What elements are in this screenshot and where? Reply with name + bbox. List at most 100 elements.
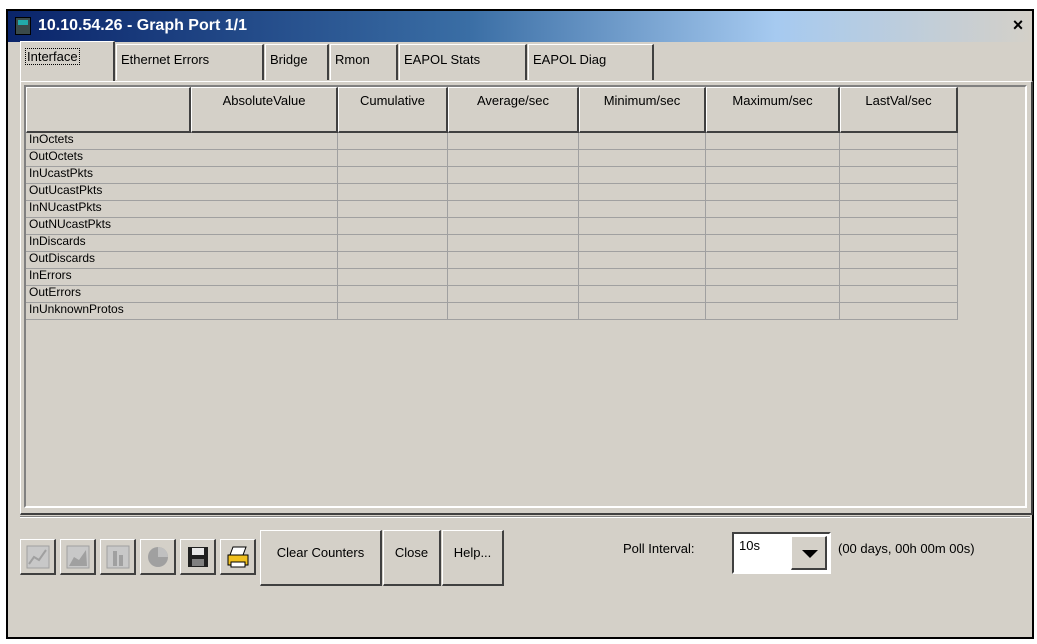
table-cell	[191, 184, 338, 201]
table-cell	[706, 218, 840, 235]
column-header[interactable]: Maximum/sec	[706, 87, 840, 133]
pie-chart-button[interactable]	[140, 539, 176, 575]
table-cell	[706, 133, 840, 150]
table-cell	[191, 269, 338, 286]
table-cell	[191, 150, 338, 167]
table-cell	[191, 303, 338, 320]
column-header[interactable]: Cumulative	[338, 87, 448, 133]
table-cell	[338, 167, 448, 184]
table-cell	[706, 167, 840, 184]
table-cell	[191, 218, 338, 235]
column-header[interactable]: LastVal/sec	[840, 87, 958, 133]
table-cell	[338, 201, 448, 218]
window-title: 10.10.54.26 - Graph Port 1/1	[38, 17, 247, 34]
line-chart-icon	[26, 545, 50, 569]
table-cell	[191, 235, 338, 252]
column-header[interactable]: Minimum/sec	[579, 87, 706, 133]
clear-counters-button[interactable]: Clear Counters	[260, 530, 382, 586]
table-cell	[338, 252, 448, 269]
row-label: OutNUcastPkts	[26, 218, 191, 235]
title-bar[interactable]: 10.10.54.26 - Graph Port 1/1 ×	[8, 11, 1032, 42]
table-cell	[579, 167, 706, 184]
tab-eapol-diag[interactable]: EAPOL Diag	[528, 44, 654, 80]
table-cell	[840, 269, 958, 286]
table-cell	[191, 133, 338, 150]
row-label: OutDiscards	[26, 252, 191, 269]
column-header[interactable]: AbsoluteValue	[191, 87, 338, 133]
tab-ethernet-errors[interactable]: Ethernet Errors	[116, 44, 264, 80]
table-cell	[579, 252, 706, 269]
table-cell	[448, 167, 579, 184]
table-cell	[448, 218, 579, 235]
tab-bridge[interactable]: Bridge	[265, 44, 329, 80]
chevron-down-icon[interactable]	[791, 536, 827, 570]
table-cell	[840, 133, 958, 150]
table-cell	[338, 184, 448, 201]
table-cell	[579, 269, 706, 286]
table-cell	[840, 184, 958, 201]
pie-chart-icon	[148, 547, 168, 567]
tab-interface[interactable]: Interface	[20, 41, 115, 81]
table-cell	[840, 167, 958, 184]
interface-panel: AbsoluteValue Cumulative Average/sec Min…	[20, 81, 1033, 515]
table-cell	[579, 150, 706, 167]
table-cell	[448, 269, 579, 286]
table-cell	[579, 235, 706, 252]
help-button[interactable]: Help...	[442, 530, 504, 586]
row-label: OutUcastPkts	[26, 184, 191, 201]
poll-interval-value: 10s	[739, 538, 760, 553]
tab-eapol-stats[interactable]: EAPOL Stats	[399, 44, 527, 80]
area-chart-button[interactable]	[60, 539, 96, 575]
table-cell	[338, 303, 448, 320]
table-cell	[579, 184, 706, 201]
table-cell	[706, 252, 840, 269]
table-cell	[579, 286, 706, 303]
table-cell	[840, 303, 958, 320]
poll-interval-select[interactable]: 10s	[732, 532, 831, 574]
table-cell	[579, 303, 706, 320]
table-cell	[191, 252, 338, 269]
graph-port-window: 10.10.54.26 - Graph Port 1/1 × Interface…	[6, 9, 1034, 639]
print-icon	[227, 546, 249, 568]
table-cell	[448, 252, 579, 269]
row-label: OutOctets	[26, 150, 191, 167]
table-cell	[448, 133, 579, 150]
table-cell	[338, 218, 448, 235]
print-button[interactable]	[220, 539, 256, 575]
row-label: InNUcastPkts	[26, 201, 191, 218]
table-cell	[840, 286, 958, 303]
corner-header	[26, 87, 191, 133]
stats-table-area: AbsoluteValue Cumulative Average/sec Min…	[24, 85, 1027, 508]
table-cell	[338, 133, 448, 150]
close-button[interactable]: Close	[383, 530, 441, 586]
bar-chart-icon	[106, 545, 130, 569]
table-cell	[840, 201, 958, 218]
line-chart-button[interactable]	[20, 539, 56, 575]
close-icon[interactable]: ×	[1008, 15, 1028, 35]
row-label: InErrors	[26, 269, 191, 286]
table-cell	[448, 150, 579, 167]
table-cell	[706, 184, 840, 201]
table-cell	[448, 235, 579, 252]
table-cell	[191, 167, 338, 184]
bar-chart-button[interactable]	[100, 539, 136, 575]
save-button[interactable]	[180, 539, 216, 575]
column-header[interactable]: Average/sec	[448, 87, 579, 133]
table-cell	[338, 150, 448, 167]
table-cell	[338, 269, 448, 286]
table-cell	[338, 286, 448, 303]
device-icon	[15, 17, 31, 35]
table-cell	[191, 286, 338, 303]
tab-rmon[interactable]: Rmon	[330, 44, 398, 80]
table-cell	[706, 150, 840, 167]
table-cell	[579, 133, 706, 150]
save-icon	[188, 547, 208, 567]
table-cell	[191, 201, 338, 218]
table-cell	[840, 235, 958, 252]
table-cell	[706, 269, 840, 286]
area-chart-icon	[66, 545, 90, 569]
row-label: InOctets	[26, 133, 191, 150]
table-cell	[448, 303, 579, 320]
table-cell	[579, 218, 706, 235]
divider	[20, 516, 1030, 518]
